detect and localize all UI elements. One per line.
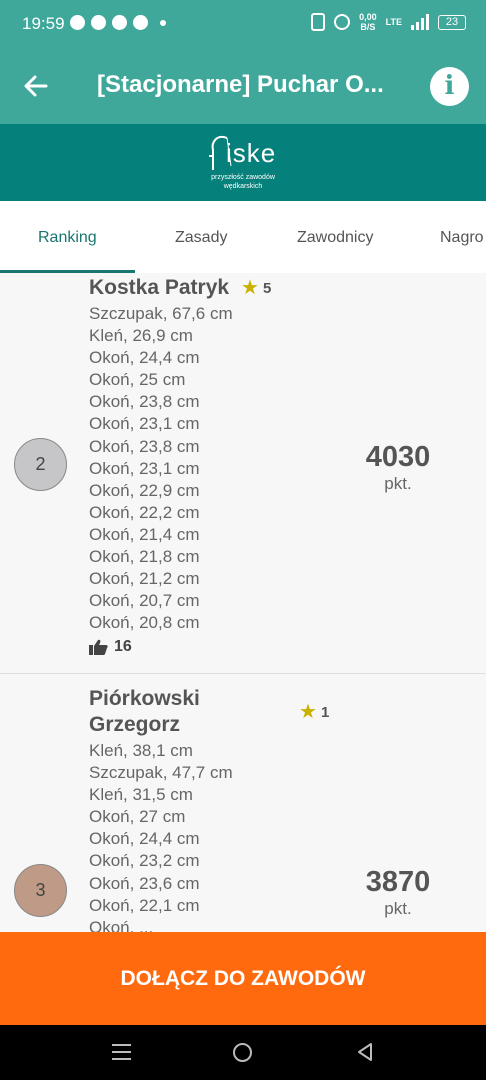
brand-tagline-line2: wędkarskich	[223, 183, 263, 190]
catch-item: Szczupak, 67,6 cm	[89, 304, 233, 323]
likes-count: 16	[114, 638, 132, 655]
catch-item: Okoń, 27 cm	[89, 807, 186, 827]
catch-item: Kleń, 31,5 cm	[89, 785, 193, 805]
catch-item: Okoń, 23,8 cm	[89, 392, 200, 412]
net-speed-unit: B/S	[360, 22, 376, 32]
stars-value: 5	[262, 279, 272, 297]
status-bar: 19:59 0,00 B/S LTE 23	[0, 0, 486, 48]
catch-item: Okoń, 22,1 cm	[89, 895, 200, 915]
status-time: 19:59	[22, 14, 65, 33]
signal-icon	[411, 14, 429, 30]
catch-item: Okoń, 21,8 cm	[89, 547, 200, 567]
catch-item: Kleń, 26,9 cm	[89, 326, 193, 346]
catch-item: Okoń, 22,2 cm	[89, 502, 200, 522]
home-icon[interactable]	[233, 1043, 252, 1062]
points-value: 4030	[365, 441, 431, 473]
rank-badge: 2	[14, 438, 67, 491]
catch-item: Okoń, 24,4 cm	[89, 348, 200, 368]
catch-item: Okoń, 23,2 cm	[89, 851, 200, 871]
points-unit: pkt.	[384, 899, 412, 918]
catch-item: Szczupak, 47,7 cm	[89, 763, 233, 783]
catch-item: Okoń, 21,4 cm	[89, 524, 200, 544]
catch-item: Okoń, 23,1 cm	[89, 414, 200, 434]
notification-icons	[70, 15, 166, 30]
whatsapp-icon	[70, 15, 85, 30]
ranking-card[interactable]: 3 Piórkowski Grzegorz ★ 1 Kleń, 38,1 cm S…	[0, 674, 486, 933]
catch-item: Okoń, 20,7 cm	[89, 591, 200, 611]
system-nav-bar	[0, 1025, 486, 1080]
messenger-icon	[133, 15, 148, 30]
competitor-name-line1: Piórkowski	[89, 687, 200, 710]
info-button[interactable]: i	[430, 67, 469, 106]
tab-zawodnicy[interactable]: Zawodnicy	[297, 229, 373, 247]
battery-icon: 23	[438, 14, 466, 30]
catch-item: Okoń, 22,9 cm	[89, 480, 200, 500]
brand-banner: iske przyszłość zawodów wędkarskich	[0, 124, 486, 201]
catch-item: Okoń, 23,8 cm	[89, 436, 200, 456]
tab-zasady[interactable]: Zasady	[175, 229, 227, 247]
page-title: [Stacjonarne] Puchar O...	[97, 71, 384, 98]
alarm-icon	[334, 14, 351, 30]
stars-count: ★ 5	[241, 278, 271, 298]
catch-list: Kleń, 38,1 cm Szczupak, 47,7 cm Kleń, 31,5…	[89, 740, 233, 933]
catch-item: Okoń, ...	[89, 917, 154, 933]
back-icon[interactable]	[355, 1042, 375, 1062]
network-type: LTE	[385, 17, 402, 27]
stars-value: 1	[320, 703, 330, 721]
join-competition-button[interactable]: DOŁĄCZ DO ZAWODÓW	[0, 932, 486, 1025]
net-speed-value: 0,00	[359, 12, 377, 22]
tab-ranking[interactable]: Ranking	[38, 229, 97, 247]
app-bar: [Stacjonarne] Puchar O... i	[0, 48, 486, 124]
likes[interactable]: 16	[89, 638, 132, 656]
rank-badge: 3	[14, 864, 67, 917]
tab-nagrody[interactable]: Nagro	[440, 229, 484, 247]
points: 4030 pkt.	[340, 441, 456, 495]
star-icon: ★	[299, 701, 317, 723]
points-value: 3870	[365, 866, 431, 898]
points: 3870 pkt.	[340, 866, 456, 920]
points-unit: pkt.	[384, 474, 412, 493]
brand-name: iske	[226, 138, 277, 168]
recent-apps-icon[interactable]	[112, 1044, 131, 1061]
competitor-name-line2: Grzegorz	[89, 713, 181, 736]
star-icon: ★	[241, 277, 259, 299]
net-speed: 0,00 B/S	[359, 12, 377, 32]
facebook-icon	[91, 15, 106, 30]
catch-list: Szczupak, 67,6 cm Kleń, 26,9 cm Okoń, 24,4…	[89, 303, 233, 634]
ranking-card[interactable]: 2 Kostka Patryk ★ 5 Szczupak, 67,6 cm Kle…	[0, 273, 486, 674]
catch-item: Okoń, 21,2 cm	[89, 569, 200, 589]
catch-item: Okoń, 25 cm	[89, 370, 186, 390]
vibrate-icon	[311, 13, 326, 31]
back-button[interactable]	[18, 68, 54, 104]
catch-item: Okoń, 20,8 cm	[89, 613, 200, 633]
catch-item: Okoń, 23,1 cm	[89, 458, 200, 478]
chrome-icon	[112, 15, 127, 30]
stars-count: ★ 1	[299, 702, 329, 722]
catch-item: Kleń, 38,1 cm	[89, 741, 193, 760]
catch-item: Okoń, 24,4 cm	[89, 829, 200, 849]
dot-icon	[160, 19, 166, 26]
catch-item: Okoń, 23,6 cm	[89, 873, 200, 893]
arrow-left-icon	[24, 75, 48, 97]
status-right-icons: 0,00 B/S LTE 23	[311, 12, 466, 32]
tab-bar: Ranking Zasady Zawodnicy Nagro	[0, 201, 486, 274]
competitor-name: Kostka Patryk	[89, 276, 230, 299]
brand-tagline-line1: przyszłość zawodów	[211, 174, 275, 181]
thumbs-up-icon	[89, 639, 108, 655]
